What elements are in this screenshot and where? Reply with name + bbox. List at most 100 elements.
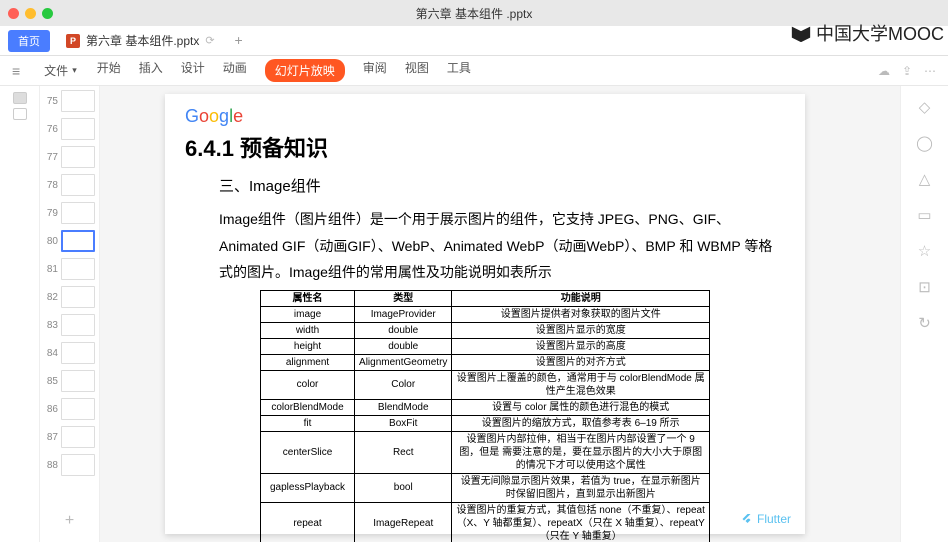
decorative-strip	[870, 86, 900, 542]
thumbnail-82[interactable]: 82	[40, 286, 99, 308]
thumb-number: 78	[44, 180, 58, 191]
tool-icon[interactable]: ◇	[919, 98, 931, 116]
thumbnail-88[interactable]: 88	[40, 454, 99, 476]
thumb-preview	[61, 342, 95, 364]
thumb-number: 88	[44, 460, 58, 471]
menu-插入[interactable]: 插入	[139, 59, 163, 82]
thumb-preview	[61, 370, 95, 392]
tool-icon[interactable]: ☆	[918, 242, 931, 260]
thumb-number: 83	[44, 320, 58, 331]
properties-table: 属性名类型功能说明imageImageProvider设置图片提供者对象获取的图…	[260, 290, 710, 542]
add-slide-button[interactable]: +	[40, 504, 99, 538]
thumbnail-84[interactable]: 84	[40, 342, 99, 364]
share-icon[interactable]: ⇪	[902, 64, 912, 78]
menu-动画[interactable]: 动画	[223, 59, 247, 82]
thumb-preview	[61, 230, 95, 252]
menu-设计[interactable]: 设计	[181, 59, 205, 82]
table-row: heightdouble设置图片显示的高度	[261, 338, 710, 354]
thumb-number: 87	[44, 432, 58, 443]
thumb-number: 76	[44, 124, 58, 135]
thumb-number: 81	[44, 264, 58, 275]
thumb-number: 82	[44, 292, 58, 303]
tool-icon[interactable]: ◯	[916, 134, 933, 152]
menu-审阅[interactable]: 审阅	[363, 59, 387, 82]
slide-paragraph: Image组件（图片组件）是一个用于展示图片的组件，它支持 JPEG、PNG、G…	[219, 206, 785, 286]
table-row: gaplessPlaybackbool设置无间隙显示图片效果，若值为 true，…	[261, 473, 710, 502]
thumbnail-81[interactable]: 81	[40, 258, 99, 280]
add-tab-button[interactable]: +	[231, 33, 247, 49]
table-header: 功能说明	[452, 290, 710, 306]
table-row: fitBoxFit设置图片的缩放方式，取值参考表 6–19 所示	[261, 415, 710, 431]
outline-view-icon[interactable]	[13, 108, 27, 120]
table-row: imageImageProvider设置图片提供者对象获取的图片文件	[261, 306, 710, 322]
table-header: 属性名	[261, 290, 355, 306]
maximize-icon[interactable]	[42, 8, 53, 19]
thumb-number: 85	[44, 376, 58, 387]
table-row: widthdouble设置图片显示的宽度	[261, 322, 710, 338]
menu-视图[interactable]: 视图	[405, 59, 429, 82]
home-tab[interactable]: 首页	[8, 30, 50, 52]
table-row: colorColor设置图片上覆盖的颜色，通常用于与 colorBlendMod…	[261, 370, 710, 399]
more-icon[interactable]: ⋯	[924, 64, 936, 78]
right-toolbar: ◇ ◯ △ ▭ ☆ ⊡ ↻	[900, 86, 948, 542]
minimize-icon[interactable]	[25, 8, 36, 19]
table-header: 类型	[355, 290, 452, 306]
thumb-preview	[61, 202, 95, 224]
thumb-number: 79	[44, 208, 58, 219]
thumb-preview	[61, 90, 95, 112]
thumb-preview	[61, 258, 95, 280]
tool-icon[interactable]: ⊡	[918, 278, 931, 296]
menu-file[interactable]: 文件 ▾	[44, 62, 77, 79]
menubar-right: ☁ ⇪ ⋯	[878, 64, 936, 78]
thumb-preview	[61, 426, 95, 448]
thumb-preview	[61, 118, 95, 140]
tool-icon[interactable]: △	[919, 170, 931, 188]
thumbnail-77[interactable]: 77	[40, 146, 99, 168]
slide-subheading: 三、Image组件	[219, 175, 785, 196]
thumbnail-view-icon[interactable]	[13, 92, 27, 104]
slide-area: Google 6.4.1 预备知识 三、Image组件 Image组件（图片组件…	[100, 86, 870, 542]
thumb-preview	[61, 454, 95, 476]
tab-sync-icon: ⟳	[205, 34, 214, 47]
thumbnail-76[interactable]: 76	[40, 118, 99, 140]
cloud-icon[interactable]: ☁	[878, 64, 890, 78]
close-icon[interactable]	[8, 8, 19, 19]
tool-icon[interactable]: ↻	[918, 314, 931, 332]
menu-bar: ≡ 文件 ▾ 开始插入设计动画幻灯片放映审阅视图工具 ☁ ⇪ ⋯	[0, 56, 948, 86]
tab-label: 第六章 基本组件.pptx	[86, 32, 199, 49]
slide-heading: 6.4.1 预备知识	[185, 131, 785, 163]
thumb-number: 80	[44, 236, 58, 247]
thumbnail-80[interactable]: 80	[40, 230, 99, 252]
thumbnail-panel: 75 76 77 78 79 80 81 82 83 84 85 86 87 88 +	[40, 86, 100, 542]
google-logo: Google	[185, 106, 785, 127]
thumb-number: 86	[44, 404, 58, 415]
menu-幻灯片放映[interactable]: 幻灯片放映	[265, 59, 345, 82]
menu-工具[interactable]: 工具	[447, 59, 471, 82]
document-tab[interactable]: P 第六章 基本组件.pptx ⟳	[58, 32, 223, 49]
window-controls	[8, 8, 53, 19]
thumbnail-78[interactable]: 78	[40, 174, 99, 196]
menu-开始[interactable]: 开始	[97, 59, 121, 82]
slide: Google 6.4.1 预备知识 三、Image组件 Image组件（图片组件…	[165, 94, 805, 534]
thumbnail-85[interactable]: 85	[40, 370, 99, 392]
thumbnail-75[interactable]: 75	[40, 90, 99, 112]
tool-icon[interactable]: ▭	[917, 206, 931, 224]
watermark: 中国大学MOOC	[790, 20, 944, 46]
thumbnail-83[interactable]: 83	[40, 314, 99, 336]
window-title: 第六章 基本组件 .pptx	[416, 5, 533, 22]
table-row: colorBlendModeBlendMode设置与 color 属性的颜色进行…	[261, 399, 710, 415]
flutter-logo: Flutter	[741, 512, 791, 526]
table-row: centerSliceRect设置图片内部拉伸，相当于在图片内部设置了一个 9 …	[261, 431, 710, 473]
thumb-number: 84	[44, 348, 58, 359]
menu-burger-icon[interactable]: ≡	[12, 63, 20, 79]
table-row: repeatImageRepeat设置图片的重复方式，其值包括 none（不重复…	[261, 502, 710, 542]
thumb-preview	[61, 286, 95, 308]
thumb-preview	[61, 314, 95, 336]
thumbnail-87[interactable]: 87	[40, 426, 99, 448]
pptx-icon: P	[66, 34, 80, 48]
nav-toggle	[0, 86, 40, 542]
thumbnail-79[interactable]: 79	[40, 202, 99, 224]
table-row: alignmentAlignmentGeometry设置图片的对齐方式	[261, 354, 710, 370]
thumb-preview	[61, 174, 95, 196]
thumbnail-86[interactable]: 86	[40, 398, 99, 420]
